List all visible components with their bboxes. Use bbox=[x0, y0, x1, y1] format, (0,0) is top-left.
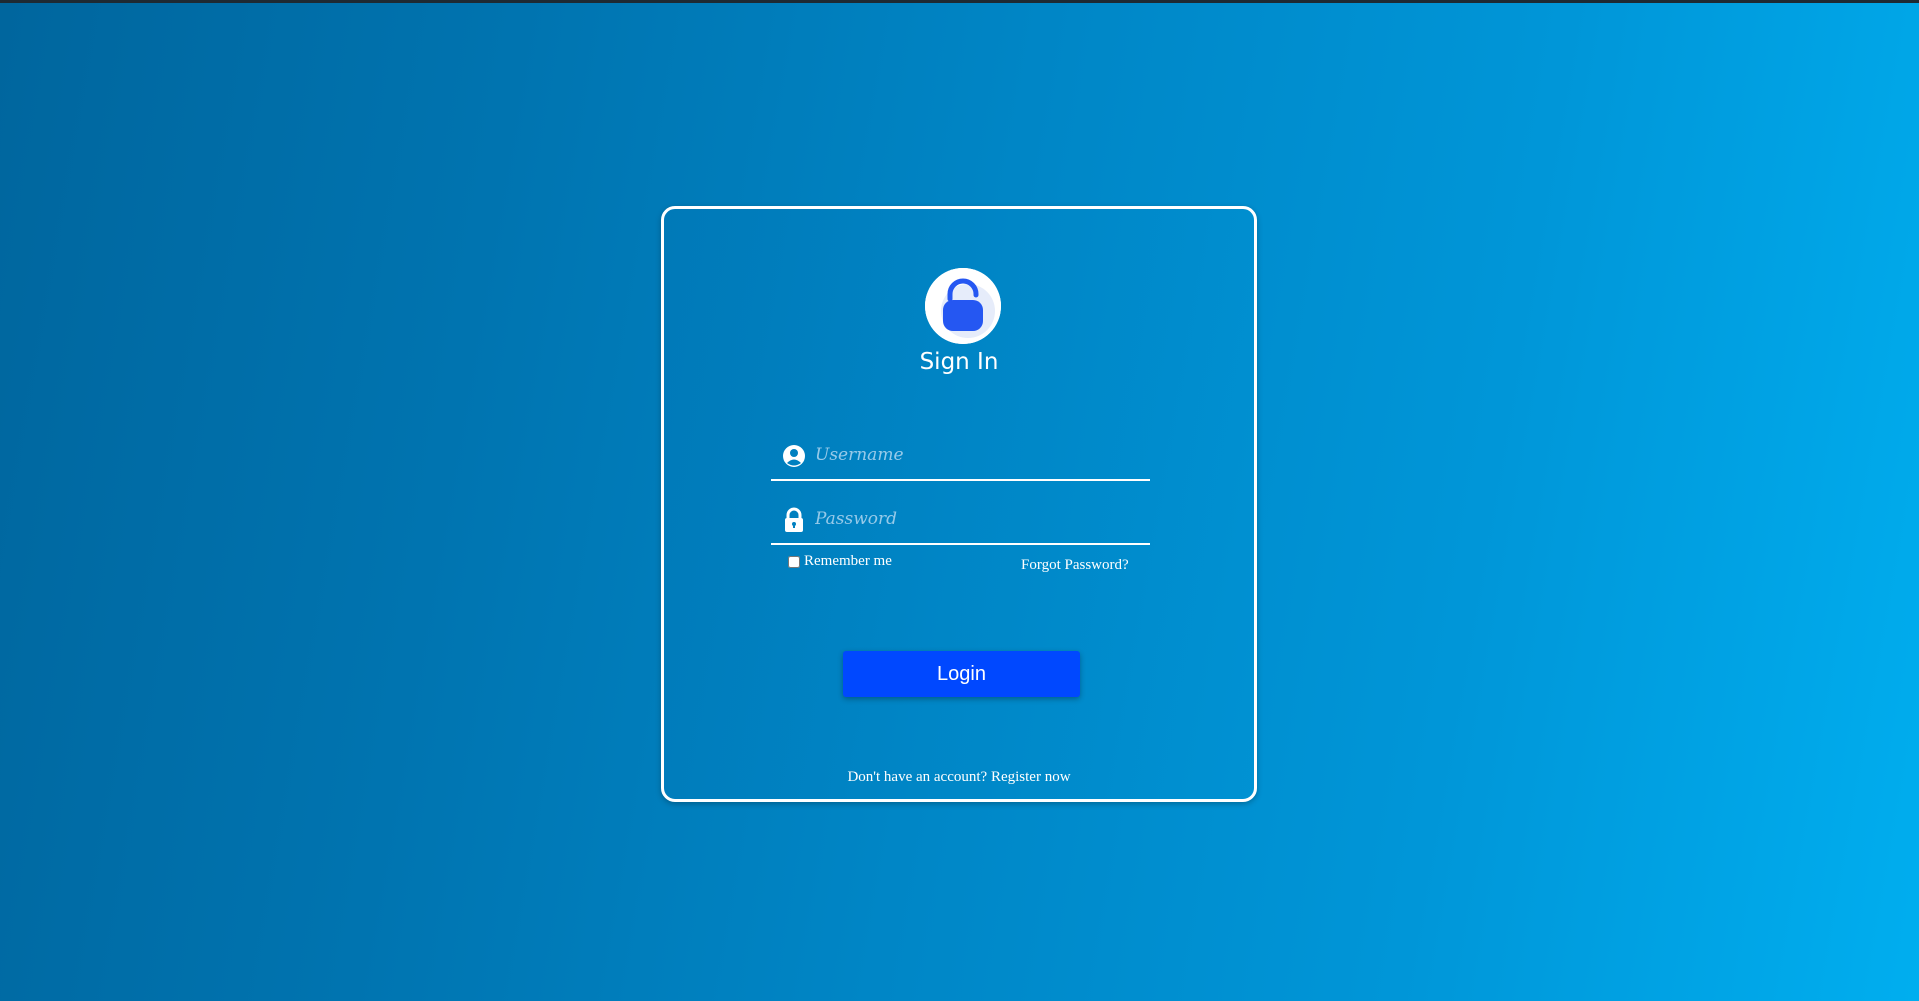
register-prompt: Don't have an account? Register now bbox=[664, 769, 1254, 786]
unlock-icon bbox=[925, 268, 1001, 344]
page-background: Sign In Remember me Forgot Password? Lo bbox=[0, 3, 1919, 1001]
login-button[interactable]: Login bbox=[843, 651, 1080, 697]
forgot-password-link[interactable]: Forgot Password? bbox=[1021, 557, 1129, 574]
login-card: Sign In Remember me Forgot Password? Lo bbox=[661, 206, 1257, 802]
password-input[interactable] bbox=[815, 503, 1135, 535]
password-field bbox=[771, 497, 1150, 545]
user-circle-icon bbox=[783, 445, 805, 467]
page-title: Sign In bbox=[919, 349, 999, 375]
remember-me-checkbox[interactable] bbox=[788, 555, 800, 568]
username-field bbox=[771, 433, 1150, 481]
remember-me: Remember me bbox=[788, 553, 892, 570]
register-prompt-text: Don't have an account? bbox=[847, 769, 988, 785]
username-input[interactable] bbox=[815, 439, 1135, 471]
logo bbox=[925, 268, 1001, 344]
register-link[interactable]: Register now bbox=[991, 769, 1071, 785]
remember-me-label: Remember me bbox=[804, 553, 892, 569]
lock-icon bbox=[785, 507, 803, 532]
